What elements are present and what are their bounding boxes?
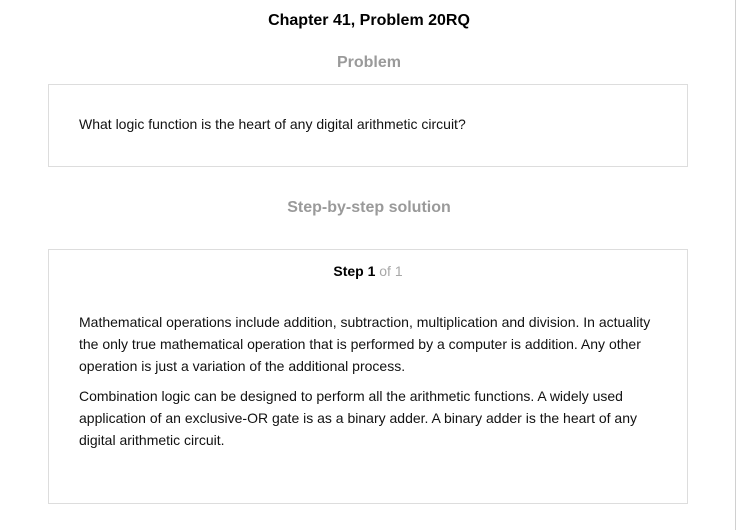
problem-text: What logic function is the heart of any … — [79, 116, 466, 132]
problem-card: What logic function is the heart of any … — [48, 84, 688, 167]
solution-card: Step 1 of 1 Mathematical operations incl… — [48, 249, 688, 504]
problem-heading: Problem — [336, 54, 401, 71]
page-right-border — [735, 0, 736, 530]
solution-heading: Step-by-step solution — [287, 199, 451, 216]
step-label: Step 1 — [333, 263, 376, 279]
solution-paragraph: Mathematical operations include addition… — [79, 314, 651, 374]
step-total: of 1 — [379, 263, 403, 279]
step-body: Mathematical operations include addition… — [79, 311, 667, 459]
step-header: Step 1 of 1 — [49, 263, 687, 279]
solution-paragraph: Combination logic can be designed to per… — [79, 388, 637, 448]
page-title: Chapter 41, Problem 20RQ — [268, 12, 470, 29]
